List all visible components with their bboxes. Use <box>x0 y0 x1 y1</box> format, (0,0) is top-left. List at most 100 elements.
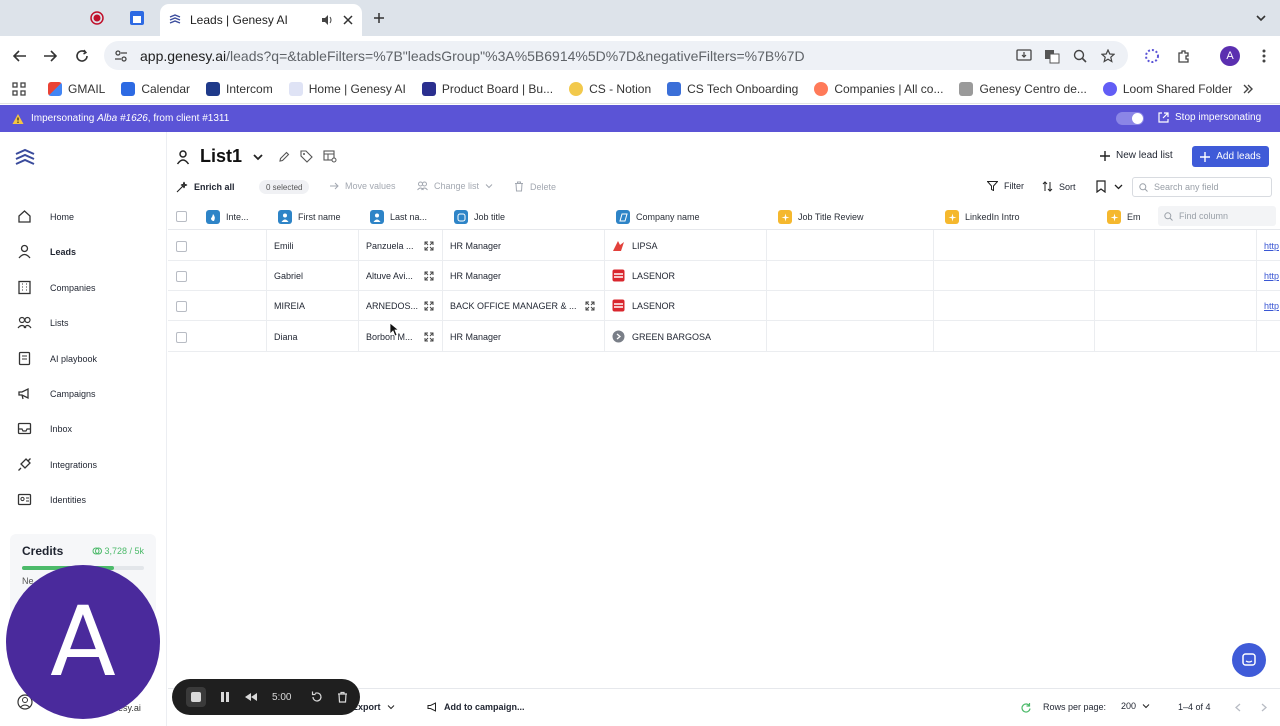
tag-icon[interactable] <box>300 150 313 163</box>
new-lead-list-button[interactable]: New lead list <box>1100 150 1173 161</box>
find-column-input[interactable]: Find column <box>1158 206 1276 226</box>
expand-icon[interactable] <box>424 301 434 311</box>
select-all-checkbox[interactable] <box>176 211 187 222</box>
company-name-cell[interactable]: LASENOR <box>632 261 675 291</box>
expand-icon[interactable] <box>424 271 434 281</box>
sidebar-item-inbox[interactable]: Inbox <box>17 421 72 436</box>
move-values-button[interactable]: Move values <box>329 181 396 191</box>
row-checkbox[interactable] <box>176 300 187 312</box>
job-title-cell[interactable]: HR Manager <box>450 322 501 352</box>
expand-icon[interactable] <box>424 241 434 251</box>
trash-icon[interactable] <box>337 691 348 703</box>
address-bar[interactable]: app.genesy.ai/leads?q=&tableFilters=%7B"… <box>104 41 1128 70</box>
bookmark-loom[interactable]: Loom Shared Folder <box>1102 81 1232 96</box>
add-leads-button[interactable]: Add leads <box>1192 146 1269 167</box>
sidebar-item-ai-playbook[interactable]: AI playbook <box>17 351 97 366</box>
column-header-job-title[interactable]: Job title <box>454 210 505 224</box>
column-header-email[interactable]: Em <box>1107 210 1141 224</box>
install-app-icon[interactable] <box>1010 42 1038 70</box>
extensions-icon[interactable] <box>1170 42 1198 70</box>
bookmark-gmail[interactable]: GMAIL <box>48 81 105 96</box>
first-name-cell[interactable]: Gabriel <box>274 261 303 291</box>
site-settings-icon[interactable] <box>114 49 128 63</box>
first-name-cell[interactable]: MIREIA <box>274 291 305 321</box>
browser-menu-icon[interactable] <box>1250 42 1278 70</box>
url-link[interactable]: http <box>1264 261 1279 291</box>
bookmark-companies[interactable]: Companies | All co... <box>814 81 943 96</box>
sidebar-item-integrations[interactable]: Integrations <box>17 457 97 472</box>
delete-button[interactable]: Delete <box>514 181 556 192</box>
sort-button[interactable]: Sort <box>1042 181 1076 192</box>
list-name[interactable]: List1 <box>200 146 242 167</box>
expand-icon[interactable] <box>585 301 595 311</box>
job-title-cell[interactable]: HR Manager <box>450 261 501 291</box>
extension-puzzle-icon[interactable] <box>1138 42 1166 70</box>
company-name-cell[interactable]: GREEN BARGOSA <box>632 322 711 352</box>
tab-search-chevron-icon[interactable] <box>1252 9 1270 27</box>
bookmark-genesy-centro[interactable]: Genesy Centro de... <box>959 81 1087 96</box>
sidebar-item-lists[interactable]: Lists <box>17 315 69 330</box>
recording-tab-icon[interactable] <box>88 9 106 27</box>
sidebar-item-identities[interactable]: Identities <box>17 492 86 507</box>
rows-per-page-select[interactable]: 200 <box>1121 701 1150 711</box>
stop-impersonating-button[interactable]: Stop impersonating <box>1158 112 1261 123</box>
row-checkbox[interactable] <box>176 331 187 343</box>
sidebar-item-leads[interactable]: Leads <box>17 244 76 259</box>
bookmark-star-icon[interactable] <box>1094 42 1122 70</box>
bookmark-intercom[interactable]: Intercom <box>206 81 273 96</box>
back-arrow-icon[interactable] <box>6 42 34 70</box>
first-name-cell[interactable]: Diana <box>274 322 298 352</box>
expand-icon[interactable] <box>424 332 434 342</box>
sidebar-item-home[interactable]: Home <box>17 209 74 224</box>
speaker-icon[interactable] <box>320 13 334 27</box>
bookmark-cs-tech-onboarding[interactable]: CS Tech Onboarding <box>667 81 798 96</box>
bookmark-product-board[interactable]: Product Board | Bu... <box>421 81 553 96</box>
row-checkbox[interactable] <box>176 240 187 252</box>
company-name-cell[interactable]: LASENOR <box>632 291 675 321</box>
column-header-linkedin-intro[interactable]: LinkedIn Intro <box>945 210 1020 224</box>
sidebar-item-companies[interactable]: Companies <box>17 280 96 295</box>
refresh-icon[interactable] <box>1020 702 1031 713</box>
url-link[interactable]: http <box>1264 291 1279 321</box>
row-checkbox[interactable] <box>176 270 187 282</box>
last-name-cell[interactable]: Altuve Avi... <box>366 261 413 291</box>
url-link[interactable]: http <box>1264 231 1279 261</box>
bookmark-cs-notion[interactable]: CS - Notion <box>569 81 651 96</box>
apps-grid-icon[interactable] <box>12 81 26 96</box>
profile-avatar[interactable]: A <box>1216 42 1244 70</box>
calendar-tab-icon[interactable] <box>128 9 146 27</box>
column-header-intent[interactable]: Inte... <box>206 210 249 224</box>
previous-page-icon[interactable] <box>1234 703 1242 712</box>
translate-icon[interactable] <box>1038 42 1066 70</box>
sidebar-item-campaigns[interactable]: Campaigns <box>17 386 96 401</box>
more-bookmarks-chevron-icon[interactable] <box>1242 83 1254 95</box>
list-dropdown-chevron-icon[interactable] <box>252 151 264 163</box>
column-header-job-title-review[interactable]: Job Title Review <box>778 210 864 224</box>
table-settings-icon[interactable] <box>323 150 337 163</box>
active-tab[interactable]: Leads | Genesy AI <box>160 4 362 36</box>
support-chat-button[interactable] <box>1232 643 1266 677</box>
company-name-cell[interactable]: LIPSA <box>632 231 658 261</box>
impersonation-toggle[interactable] <box>1116 112 1144 125</box>
zoom-icon[interactable] <box>1066 42 1094 70</box>
table-row[interactable]: Diana Borbon M... HR Manager GREEN BARGO… <box>168 322 1280 352</box>
pause-icon[interactable] <box>220 691 230 703</box>
new-tab-icon[interactable] <box>370 9 388 27</box>
column-header-last-name[interactable]: Last na... <box>370 210 427 224</box>
search-any-field-input[interactable]: Search any field <box>1132 177 1272 197</box>
job-title-cell[interactable]: HR Manager <box>450 231 501 261</box>
bookmark-genesy-home[interactable]: Home | Genesy AI <box>288 81 406 96</box>
close-tab-icon[interactable] <box>342 14 354 26</box>
add-to-campaign-button[interactable]: Add to campaign... <box>427 702 525 712</box>
forward-arrow-icon[interactable] <box>36 42 64 70</box>
stop-recording-button[interactable] <box>186 687 206 707</box>
first-name-cell[interactable]: Emili <box>274 231 294 261</box>
saved-views-bookmark-icon[interactable] <box>1096 180 1106 193</box>
table-row[interactable]: Gabriel Altuve Avi... HR Manager LASENOR… <box>168 261 1280 291</box>
genesy-logo-icon[interactable] <box>14 148 36 170</box>
table-row[interactable]: MIREIA ARNEDOS... BACK OFFICE MANAGER & … <box>168 291 1280 321</box>
job-title-cell[interactable]: BACK OFFICE MANAGER & ... <box>450 291 577 321</box>
saved-views-chevron-icon[interactable] <box>1114 183 1123 191</box>
restart-icon[interactable] <box>311 691 323 703</box>
enrich-all-button[interactable]: Enrich all <box>176 181 235 193</box>
